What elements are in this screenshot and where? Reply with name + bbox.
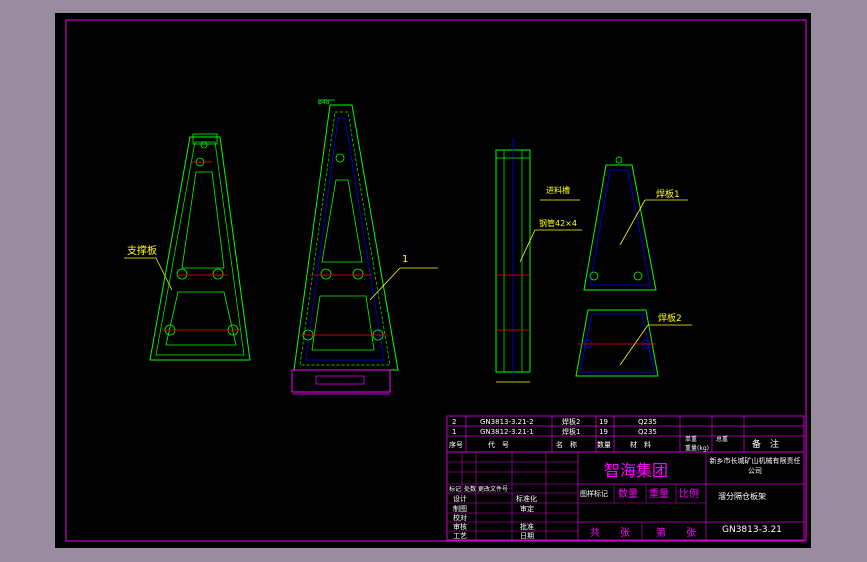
tb-audit: 审核	[453, 522, 467, 531]
row-1-code: GN3812-3.21-1	[480, 428, 534, 436]
row-1-qty: 19	[599, 428, 608, 436]
support-plate-view: 支撑板	[124, 133, 251, 361]
row-2-no: 2	[452, 418, 456, 426]
tb-scale: 比例	[679, 487, 699, 500]
row-2-name: 焊板2	[562, 417, 580, 426]
tb-stage-mark: 图样标记	[580, 489, 608, 498]
weld-plate-1-label: 焊板1	[656, 188, 680, 200]
row-1-material: Q235	[638, 428, 657, 436]
tb-review: 审定	[520, 504, 534, 513]
header-remark: 备 注	[752, 438, 779, 450]
cad-drawing: 支撑板 φ48 1 进料槽 钢管42×4 焊板1 焊板2 2 GN3813-3.…	[65, 19, 807, 542]
tb-date: 日期	[520, 532, 534, 540]
tb-process: 工艺	[453, 532, 467, 540]
drawing-number: GN3813-3.21	[722, 525, 782, 535]
weld-plate-1-view: 焊板1	[583, 156, 688, 291]
header-no: 序号	[449, 440, 463, 449]
maker-name: 新乡市长城矿山机械有限责任公司	[709, 457, 801, 475]
row-2-code: GN3813-3.21-2	[480, 418, 534, 426]
tb-weight: 重量	[649, 487, 669, 500]
row-1-no: 1	[452, 428, 456, 436]
row-2-qty: 19	[599, 418, 608, 426]
steel-pipe-label: 钢管42×4	[539, 218, 577, 228]
tb-file-no: 更改文件号	[478, 485, 508, 493]
row-2-material: Q235	[638, 418, 657, 426]
support-plate-label: 支撑板	[127, 244, 157, 257]
tb-sheets-total: 共 张	[590, 527, 630, 539]
tb-mark: 标记	[449, 485, 461, 493]
company-logo-text: 智海集团	[604, 461, 668, 480]
drawing-frame	[65, 19, 807, 542]
weld-plate-2-label: 焊板2	[658, 312, 682, 324]
tb-count: 处数	[464, 485, 476, 493]
tb-sheet-no: 第 张	[656, 526, 696, 539]
feed-slot-label: 进料槽	[546, 185, 570, 195]
header-code: 代 号	[488, 440, 509, 449]
tb-approve: 批准	[520, 522, 534, 531]
tb-quantity: 数量	[618, 487, 638, 500]
header-total-weight: 总重	[716, 435, 728, 443]
header-name: 名 称	[556, 440, 577, 449]
tb-check: 校对	[453, 513, 467, 522]
drawing-title: 溜分隔仓板架	[718, 491, 766, 501]
side-view: 进料槽 钢管42×4	[495, 138, 582, 383]
weld-plate-2-view: 焊板2	[575, 309, 692, 377]
tb-draw: 制图	[453, 504, 467, 513]
title-block: 标记 处数 更改文件号 设计 标准化 制图 审定 校对 审核 批准 工艺 日期 …	[446, 451, 805, 541]
header-weight-unit: 重量(kg)	[685, 444, 709, 452]
tb-standardize: 标准化	[516, 494, 537, 503]
frame-assembly-view: φ48 1	[291, 99, 438, 395]
tb-design: 设计	[453, 494, 467, 503]
drawing-sheet: 支撑板 φ48 1 进料槽 钢管42×4 焊板1 焊板2 2 GN3813-3.…	[55, 13, 811, 548]
header-unit-weight: 单重	[685, 435, 697, 443]
header-qty: 数量	[597, 440, 611, 449]
item-1-label: 1	[402, 254, 408, 265]
header-material: 材 料	[630, 440, 651, 449]
svg-text:φ48: φ48	[318, 99, 330, 106]
row-1-name: 焊板1	[562, 427, 580, 436]
parts-list: 2 GN3813-3.21-2 焊板2 19 Q235 1 GN3812-3.2…	[446, 415, 805, 453]
